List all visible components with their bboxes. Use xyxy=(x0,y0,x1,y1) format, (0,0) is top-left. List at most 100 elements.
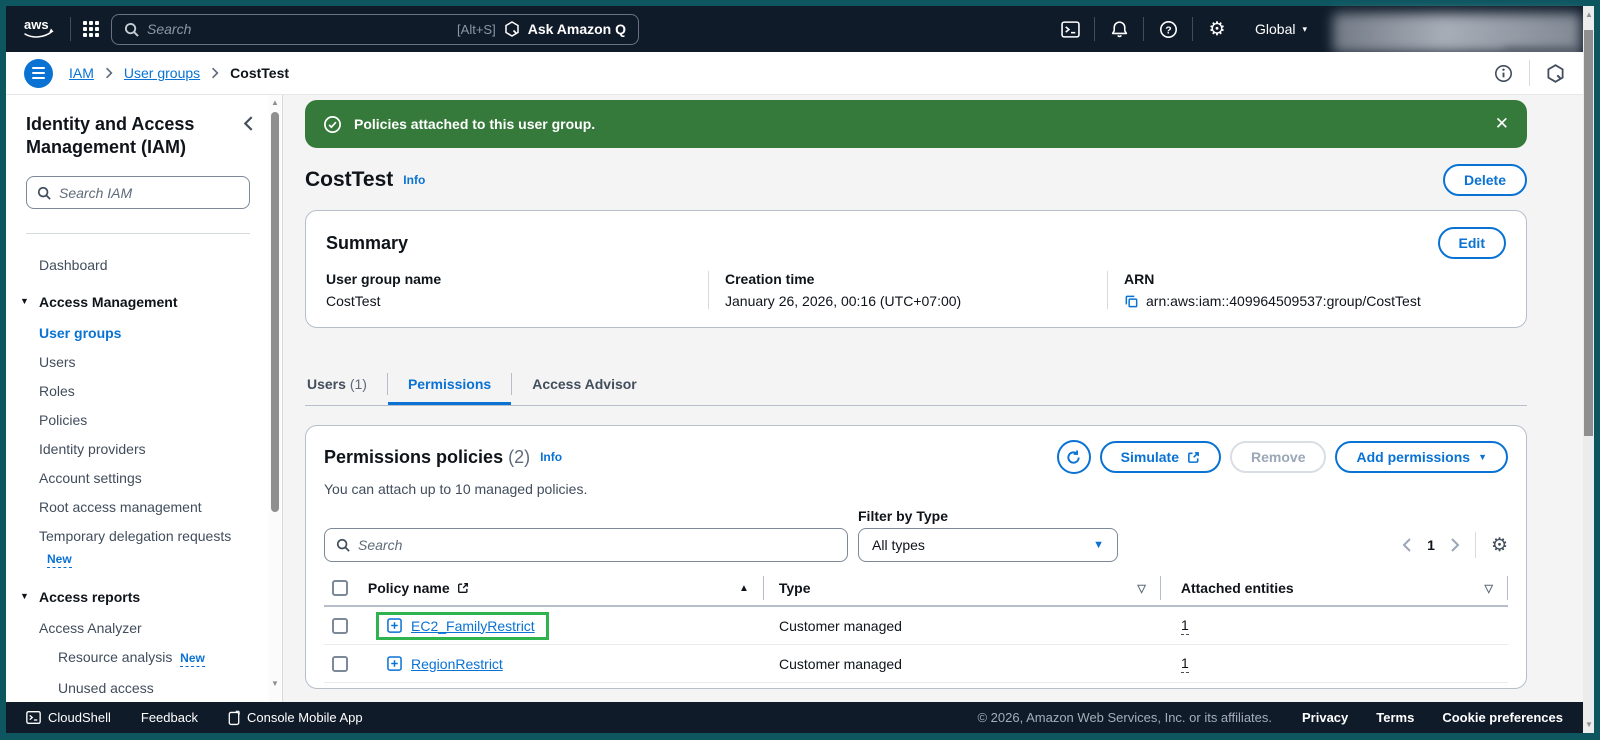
sidebar-item-access-analyzer[interactable]: Access Analyzer xyxy=(39,620,254,636)
column-policy-name[interactable]: Policy name xyxy=(368,580,450,596)
notifications-bell-icon[interactable] xyxy=(1095,6,1143,52)
region-label: Global xyxy=(1255,21,1296,37)
chevron-down-icon: ▾ xyxy=(1302,23,1307,34)
info-link[interactable]: Info xyxy=(403,173,425,187)
cookie-preferences-link[interactable]: Cookie preferences xyxy=(1442,710,1563,725)
policy-link[interactable]: EC2_FamilyRestrict xyxy=(411,618,535,634)
search-icon xyxy=(124,22,139,37)
tab-bar: Users (1) Permissions Access Advisor xyxy=(305,366,1527,406)
scroll-up-icon[interactable]: ▲ xyxy=(1584,10,1594,19)
caret-down-icon: ▼ xyxy=(20,591,29,601)
unified-search-bar[interactable]: [Alt+S] Ask Amazon Q xyxy=(111,13,639,45)
info-icon[interactable] xyxy=(1494,64,1513,83)
new-badge[interactable]: New xyxy=(47,552,72,568)
column-attached-entities[interactable]: Attached entities xyxy=(1181,580,1294,596)
attached-entities-count[interactable]: 1 xyxy=(1181,617,1189,635)
success-banner: Policies attached to this user group. ✕ xyxy=(305,100,1527,148)
refresh-button[interactable] xyxy=(1056,440,1091,474)
cloudshell-icon[interactable] xyxy=(1046,6,1094,52)
select-all-checkbox[interactable] xyxy=(332,580,348,596)
search-iam-input[interactable] xyxy=(59,184,239,201)
sidebar-section-access-management[interactable]: ▼ Access Management xyxy=(20,294,254,310)
cloudshell-footer-button[interactable]: CloudShell xyxy=(26,710,111,725)
scrollbar-thumb[interactable] xyxy=(1584,30,1593,436)
ask-amazon-q-label[interactable]: Ask Amazon Q xyxy=(528,21,626,37)
collapse-sidebar-icon[interactable] xyxy=(243,113,254,158)
expand-plus-icon[interactable] xyxy=(387,656,402,671)
policies-title: Permissions policies (2) xyxy=(324,446,531,467)
delete-button[interactable]: Delete xyxy=(1442,164,1527,196)
caret-down-icon: ▼ xyxy=(1478,452,1487,462)
row-checkbox[interactable] xyxy=(332,655,348,672)
policy-link[interactable]: RegionRestrict xyxy=(411,656,503,672)
sidebar-title: Identity and Access Management (IAM) xyxy=(26,114,195,157)
type-filter-select[interactable]: All types ▼ xyxy=(858,528,1118,562)
table-settings-gear-icon[interactable]: ⚙ xyxy=(1491,536,1508,555)
banner-message: Policies attached to this user group. xyxy=(354,116,596,132)
settings-gear-icon[interactable]: ⚙ xyxy=(1193,6,1241,52)
breadcrumb-user-groups[interactable]: User groups xyxy=(124,65,200,81)
field-user-group-name: User group name CostTest xyxy=(326,271,442,309)
terms-link[interactable]: Terms xyxy=(1376,710,1414,725)
breadcrumb-iam[interactable]: IAM xyxy=(69,65,94,81)
sidebar-search[interactable] xyxy=(26,176,250,209)
column-filter-icon[interactable]: ▽ xyxy=(1485,582,1493,595)
add-permissions-button[interactable]: Add permissions ▼ xyxy=(1335,441,1508,473)
scroll-up-icon[interactable]: ▲ xyxy=(270,98,280,107)
sidebar-item-root-access[interactable]: Root access management xyxy=(39,499,254,515)
page-number[interactable]: 1 xyxy=(1427,537,1435,553)
sort-ascending-icon[interactable]: ▲ xyxy=(739,583,749,594)
column-filter-icon[interactable]: ▽ xyxy=(1137,582,1145,595)
sidebar-item-roles[interactable]: Roles xyxy=(39,383,254,399)
summary-title: Summary xyxy=(326,232,409,253)
sidebar-item-account-settings[interactable]: Account settings xyxy=(39,470,254,486)
sidebar-item-unused-access[interactable]: Unused access xyxy=(58,680,254,696)
copy-icon[interactable] xyxy=(1124,294,1139,309)
tab-permissions[interactable]: Permissions xyxy=(387,376,512,405)
sidebar-item-temporary-delegation[interactable]: Temporary delegation requests xyxy=(39,528,254,544)
help-icon[interactable]: ? xyxy=(1144,6,1192,52)
sidebar-item-resource-analysis[interactable]: Resource analysis New xyxy=(58,649,254,667)
sidebar-item-users[interactable]: Users xyxy=(39,354,254,370)
redacted-account-info xyxy=(1333,13,1581,53)
sidebar-item-user-groups[interactable]: User groups xyxy=(39,325,254,341)
attached-entities-count[interactable]: 1 xyxy=(1181,655,1189,673)
simulate-button[interactable]: Simulate xyxy=(1099,441,1222,473)
divider xyxy=(1507,576,1509,600)
scrollbar-thumb[interactable] xyxy=(271,112,279,512)
tab-users[interactable]: Users (1) xyxy=(305,376,387,405)
scroll-down-icon[interactable]: ▼ xyxy=(270,679,280,688)
divider xyxy=(1529,60,1530,86)
sidebar-section-access-reports[interactable]: ▼ Access reports xyxy=(20,589,254,605)
console-footer: CloudShell Feedback Console Mobile App ©… xyxy=(6,702,1583,733)
sidebar-item-policies[interactable]: Policies xyxy=(39,412,254,428)
sidebar-item-dashboard[interactable]: Dashboard xyxy=(39,257,254,273)
sidebar-scrollbar[interactable]: ▲ ▼ xyxy=(269,95,281,702)
page-scrollbar[interactable]: ▲ ▼ xyxy=(1583,6,1594,733)
tab-access-advisor[interactable]: Access Advisor xyxy=(512,376,657,405)
new-badge[interactable]: New xyxy=(180,651,205,667)
expand-plus-icon[interactable] xyxy=(387,618,402,633)
info-link[interactable]: Info xyxy=(540,450,562,464)
aws-logo[interactable]: aws xyxy=(20,15,58,43)
feedback-button[interactable]: Feedback xyxy=(141,710,198,725)
sidebar-item-identity-providers[interactable]: Identity providers xyxy=(39,441,254,457)
menu-button[interactable] xyxy=(24,58,53,88)
region-selector[interactable]: Global ▾ xyxy=(1255,21,1307,37)
previous-page-icon[interactable] xyxy=(1402,538,1412,552)
privacy-link[interactable]: Privacy xyxy=(1302,710,1348,725)
row-checkbox[interactable] xyxy=(332,617,348,634)
search-icon xyxy=(336,538,350,552)
policy-search[interactable] xyxy=(324,528,848,562)
global-search-input[interactable] xyxy=(147,21,450,37)
policy-search-input[interactable] xyxy=(358,537,836,553)
amazon-q-panel-icon[interactable] xyxy=(1546,63,1565,83)
services-grid-icon[interactable] xyxy=(83,21,99,37)
remove-button[interactable]: Remove xyxy=(1230,441,1327,473)
console-mobile-app-button[interactable]: Console Mobile App xyxy=(228,710,363,726)
close-icon[interactable]: ✕ xyxy=(1495,114,1509,134)
edit-button[interactable]: Edit xyxy=(1437,227,1506,259)
scroll-down-icon[interactable]: ▼ xyxy=(1584,720,1594,729)
next-page-icon[interactable] xyxy=(1450,538,1460,552)
column-type[interactable]: Type xyxy=(779,580,811,596)
